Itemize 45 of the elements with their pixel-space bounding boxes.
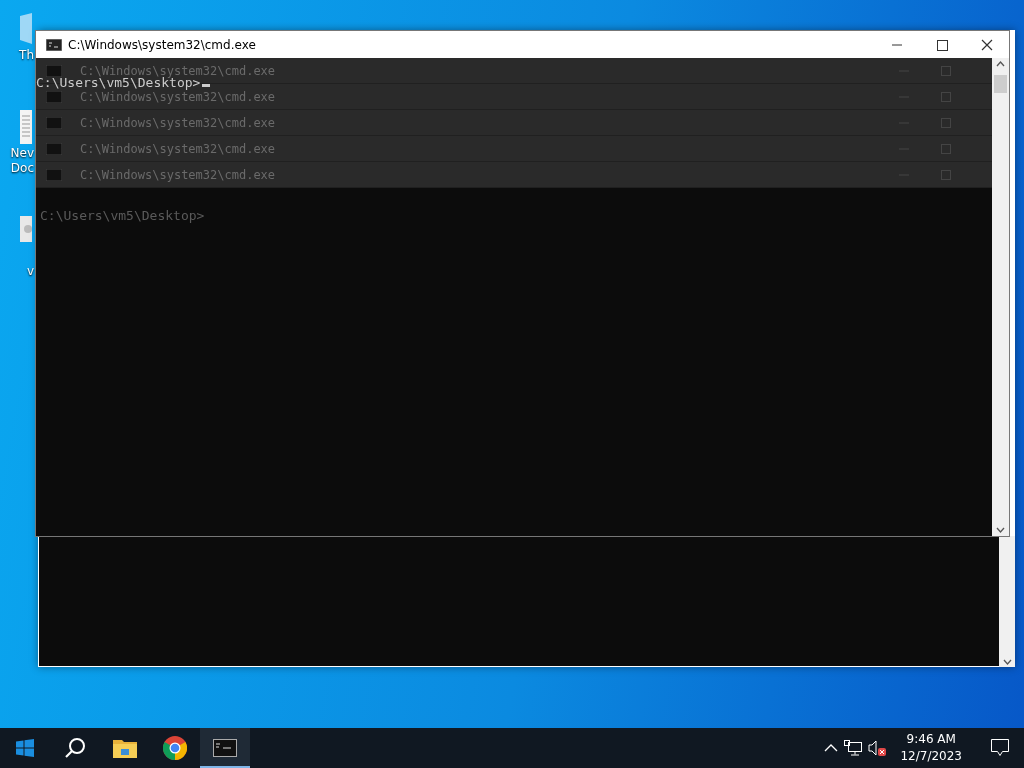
console-icon[interactable]	[213, 739, 237, 757]
console-icon	[46, 116, 62, 129]
caret-icon[interactable]	[824, 743, 839, 753]
console-icon	[46, 168, 62, 181]
clock[interactable]: 9:46 AM 12/7/2023	[892, 731, 970, 765]
maximize-icon	[940, 143, 952, 154]
maximize-icon	[940, 117, 952, 128]
ghost-window-title: C:\Windows\system32\cmd.exe	[80, 115, 276, 130]
prompt-text: C:\Users\vm5\Desktop>	[36, 75, 201, 90]
maximize-icon	[940, 169, 952, 180]
scroll-down-icon[interactable]	[996, 527, 1005, 533]
clock-date: 12/7/2023	[900, 748, 962, 765]
close-icon[interactable]	[979, 38, 994, 51]
console-icon	[46, 90, 62, 103]
scroll-thumb[interactable]	[994, 75, 1007, 93]
icon-label[interactable]: v	[26, 264, 34, 279]
scroll-up-icon[interactable]	[996, 61, 1005, 67]
console-icon	[46, 142, 62, 155]
scroll-down-icon[interactable]	[1003, 659, 1012, 665]
maximize-icon	[940, 91, 952, 102]
maximize-icon[interactable]	[934, 38, 949, 51]
icon-label[interactable]: Th	[19, 48, 34, 63]
browser-icon[interactable]	[163, 736, 187, 760]
ghost-window-title: C:\Windows\system32\cmd.exe	[80, 89, 276, 104]
ghost-window-title: C:\Windows\system32\cmd.exe	[80, 167, 276, 182]
document-icon[interactable]	[18, 108, 34, 146]
icon-label[interactable]: Nev	[10, 146, 34, 161]
window-title: C:\Windows\system32\cmd.exe	[68, 37, 257, 52]
ghost-window-title: C:\Windows\system32\cmd.exe	[80, 141, 276, 156]
console-button[interactable]	[200, 728, 250, 768]
ghost-window-title: C:\Windows\system32\cmd.exe	[80, 63, 276, 78]
ghost-prompt-text: C:\Users\vm5\Desktop>	[40, 208, 206, 223]
scrollbar[interactable]	[992, 58, 1009, 536]
clock-time: 9:46 AM	[906, 731, 956, 748]
windows-logo-icon[interactable]	[16, 739, 34, 757]
network-icon[interactable]	[844, 740, 863, 756]
console-icon	[46, 64, 62, 77]
search-icon[interactable]	[64, 737, 86, 759]
console-icon	[46, 38, 62, 51]
folder-icon[interactable]	[113, 738, 137, 758]
scrollbar[interactable]	[999, 536, 1015, 667]
maximize-icon	[940, 65, 952, 76]
icon-label[interactable]: Doc	[10, 161, 34, 176]
notification-icon[interactable]	[991, 739, 1009, 757]
muted-speaker-icon[interactable]	[868, 740, 887, 756]
